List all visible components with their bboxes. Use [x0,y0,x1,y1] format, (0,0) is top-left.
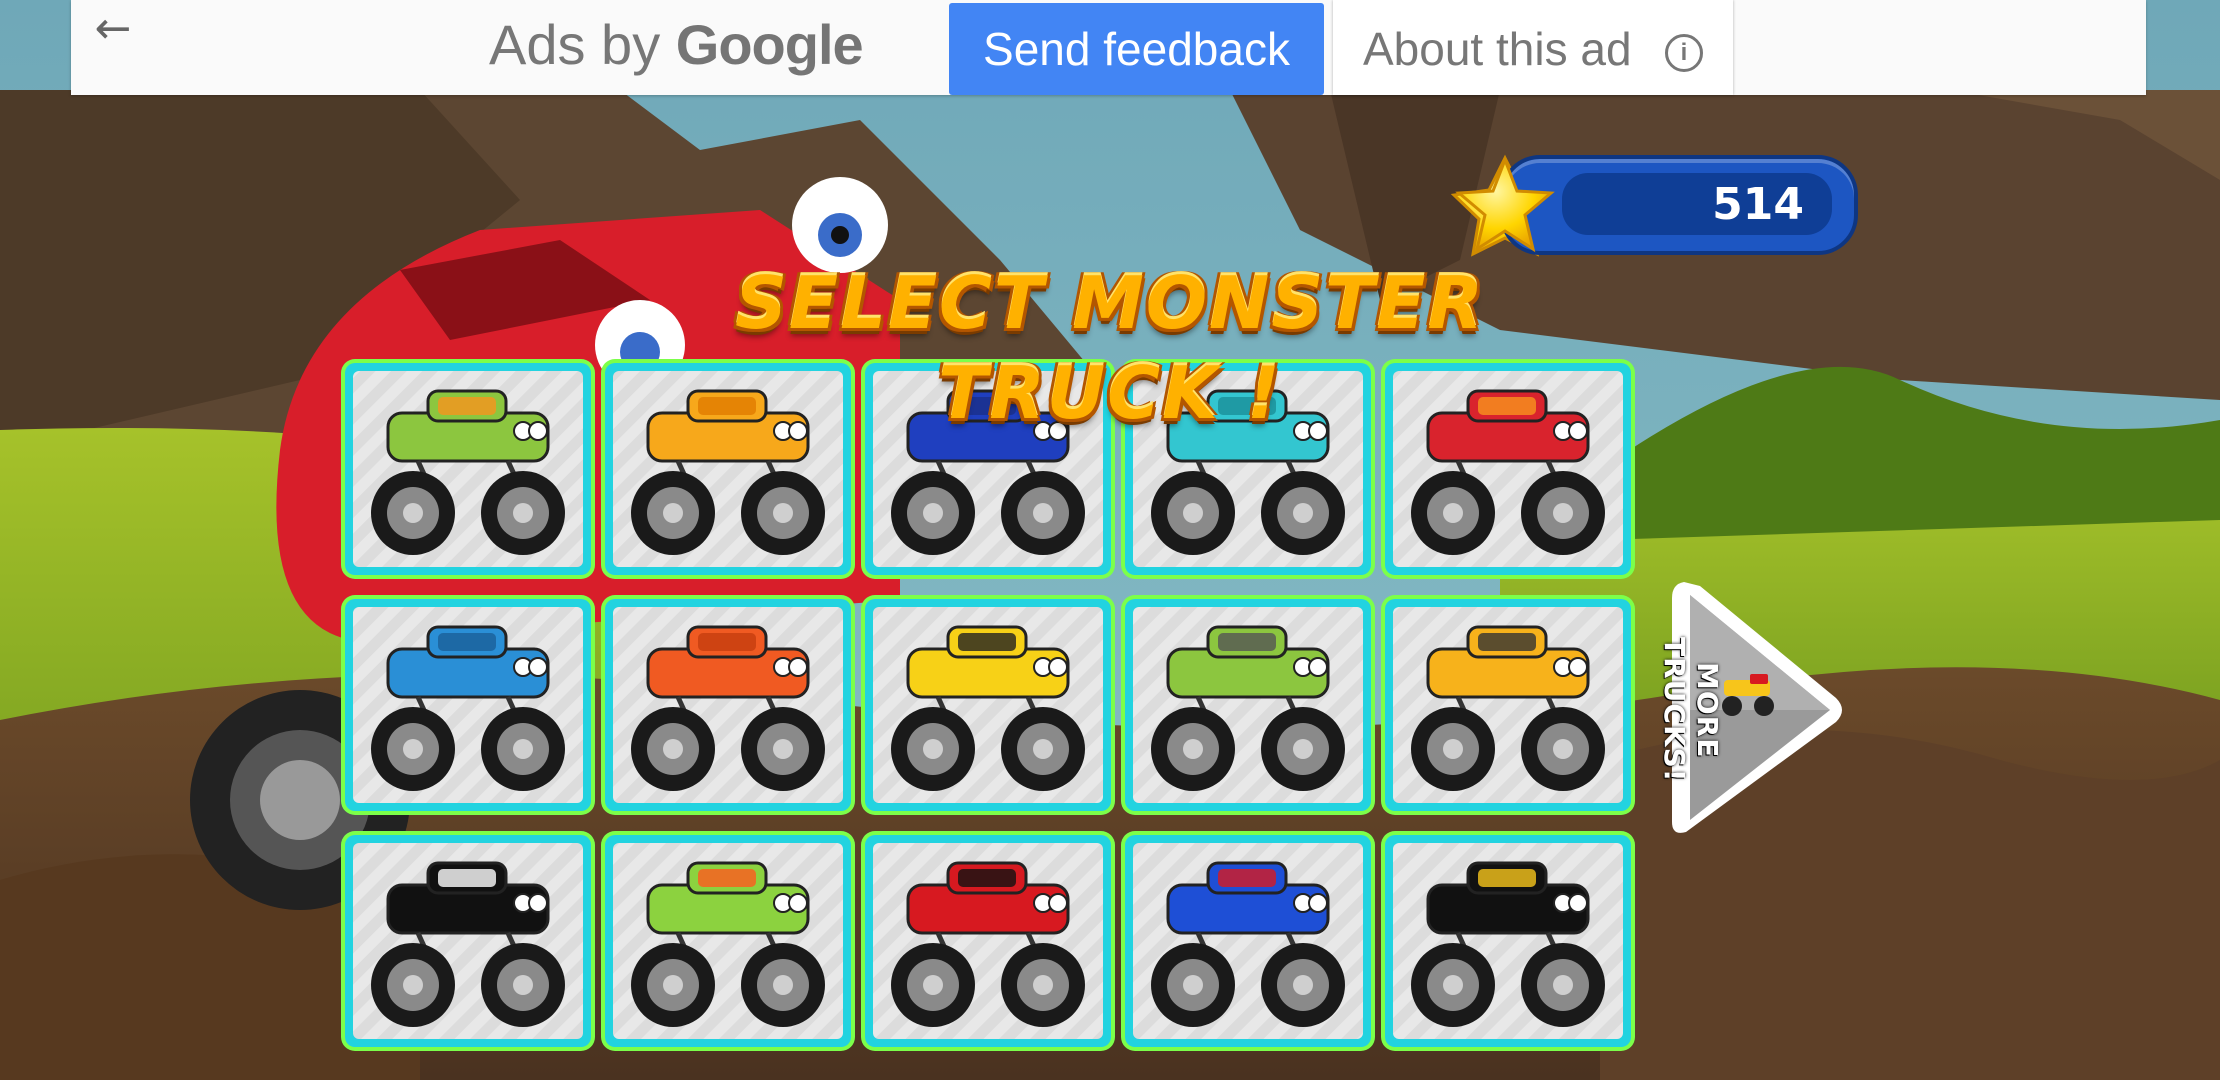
about-this-ad-label: About this ad [1363,23,1632,75]
back-button[interactable]: ← [83,4,143,54]
truck-select-button-police-car[interactable] [345,835,591,1047]
truck-select-button-teal-classic[interactable] [1125,363,1371,575]
truck-select-button-yellow-taxi[interactable] [865,599,1111,811]
arrow-left-icon: ← [94,3,132,54]
truck-select-button-green-flatbed[interactable] [1125,599,1371,811]
info-icon: i [1665,34,1703,72]
score-well: 514 [1562,173,1832,235]
truck-select-button-bat-black[interactable] [1385,835,1631,1047]
truck-select-button-red-fire-suv[interactable] [1385,363,1631,575]
score-value: 514 [1712,179,1804,230]
truck-select-button-rainbow-flame[interactable] [605,835,851,1047]
truck-select-button-super-blue[interactable] [1125,835,1371,1047]
send-feedback-button[interactable]: Send feedback [949,3,1324,95]
truck-select-button-blue-pickup[interactable] [345,599,591,811]
more-trucks-label: MORE TRUCKS! [1658,637,1724,783]
ads-by-text: Ads by [489,13,661,76]
star-icon [1455,155,1555,253]
about-this-ad-button[interactable]: About this ad i [1333,0,1733,95]
google-logo: Google [675,13,864,76]
truck-select-button-yellow-sedan[interactable] [605,363,851,575]
ads-by-google-label: Ads by Google [489,0,864,90]
truck-select-button-spider-red[interactable] [865,835,1111,1047]
truck-select-button-blue-suv[interactable] [865,363,1111,575]
truck-select-button-orange-beetle[interactable] [605,599,851,811]
ad-bar: ← Ads by Google Send feedback About this… [71,0,2146,95]
truck-select-button-yellow-bus[interactable] [1385,599,1631,811]
page-title: SELECT MONSTER TRUCK ! [735,261,1485,435]
truck-select-button-green-pickup[interactable] [345,363,591,575]
